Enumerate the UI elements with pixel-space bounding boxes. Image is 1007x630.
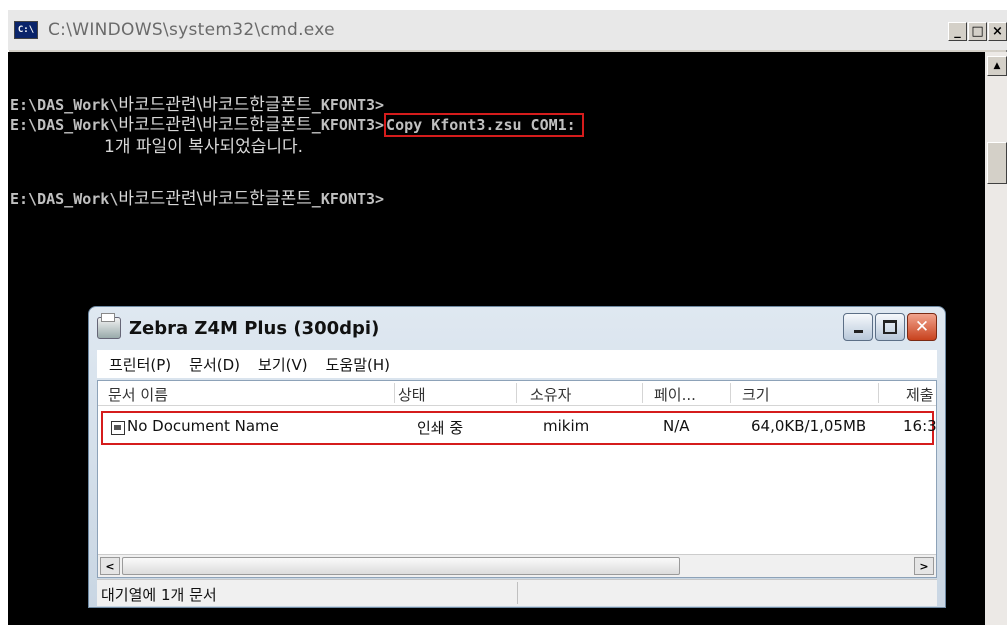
column-submitted[interactable]: 제출 (906, 384, 934, 405)
status-bar: 대기열에 1개 문서 (97, 579, 937, 606)
menu-view[interactable]: 보기(V) (258, 354, 308, 375)
queue-window-title: Zebra Z4M Plus (300dpi) (129, 317, 380, 339)
column-pages[interactable]: 페이... (654, 384, 696, 405)
scroll-left-icon[interactable]: < (100, 557, 120, 575)
horizontal-scrollbar[interactable]: < > (98, 554, 936, 577)
menu-help[interactable]: 도움말(H) (326, 354, 390, 375)
cell-size: 64,0KB/1,05MB (751, 417, 867, 435)
cell-document-name: No Document Name (127, 417, 279, 435)
printer-icon (97, 313, 121, 339)
scroll-thumb[interactable] (987, 142, 1007, 184)
cell-owner: mikim (543, 417, 590, 435)
cmd-minimize-button[interactable]: _ (948, 22, 967, 41)
column-owner[interactable]: 소유자 (530, 384, 571, 405)
document-icon (111, 421, 125, 435)
menu-document[interactable]: 문서(D) (189, 354, 240, 375)
menu-bar: 프린터(P) 문서(D) 보기(V) 도움말(H) (97, 350, 937, 378)
cmd-app-icon[interactable]: C:\ (14, 21, 38, 39)
queue-maximize-button[interactable] (875, 313, 905, 341)
scroll-up-icon[interactable]: ▲ (987, 56, 1007, 76)
cell-pages: N/A (663, 417, 690, 435)
queue-minimize-button[interactable] (843, 313, 873, 341)
output-line: 1개 파일이 복사되었습니다. (104, 137, 304, 157)
column-status[interactable]: 상태 (398, 384, 426, 405)
scroll-right-icon[interactable]: > (914, 557, 934, 575)
column-header: 문서 이름 상태 소유자 페이... 크기 제출 (98, 381, 936, 406)
prompt-line: E:\DAS_Work\바코드관련\바코드한글폰트_KFONT3> (10, 189, 385, 209)
close-icon: ✕ (914, 316, 930, 337)
vertical-scrollbar[interactable]: ▲ (985, 52, 1007, 625)
menu-printer[interactable]: 프린터(P) (109, 354, 171, 375)
print-queue-window: Zebra Z4M Plus (300dpi) ✕ 프린터(P) 문서(D) 보… (88, 306, 946, 608)
cell-status: 인쇄 중 (417, 419, 464, 437)
column-document-name[interactable]: 문서 이름 (108, 384, 168, 405)
queue-close-button[interactable]: ✕ (907, 313, 937, 341)
queue-count-text: 대기열에 1개 문서 (101, 586, 217, 604)
column-size[interactable]: 크기 (742, 384, 770, 405)
cmd-window-title: C:\WINDOWS\system32\cmd.exe (48, 20, 335, 40)
cmd-maximize-button[interactable]: □ (968, 22, 987, 41)
job-list: 문서 이름 상태 소유자 페이... 크기 제출 No Document Nam… (97, 380, 937, 578)
scroll-thumb[interactable] (122, 557, 680, 575)
highlighted-command: Copy Kfont3.zsu COM1: (384, 113, 584, 137)
cmd-title-bar[interactable]: C:\ C:\WINDOWS\system32\cmd.exe _ □ × (8, 10, 1007, 50)
cell-submitted: 16:3 (903, 417, 937, 435)
queue-title-bar[interactable]: Zebra Z4M Plus (300dpi) (97, 313, 379, 343)
table-row[interactable]: No Document Name 인쇄 중 mikim N/A 64,0KB/1… (101, 411, 937, 445)
cmd-close-button[interactable]: × (988, 22, 1007, 41)
